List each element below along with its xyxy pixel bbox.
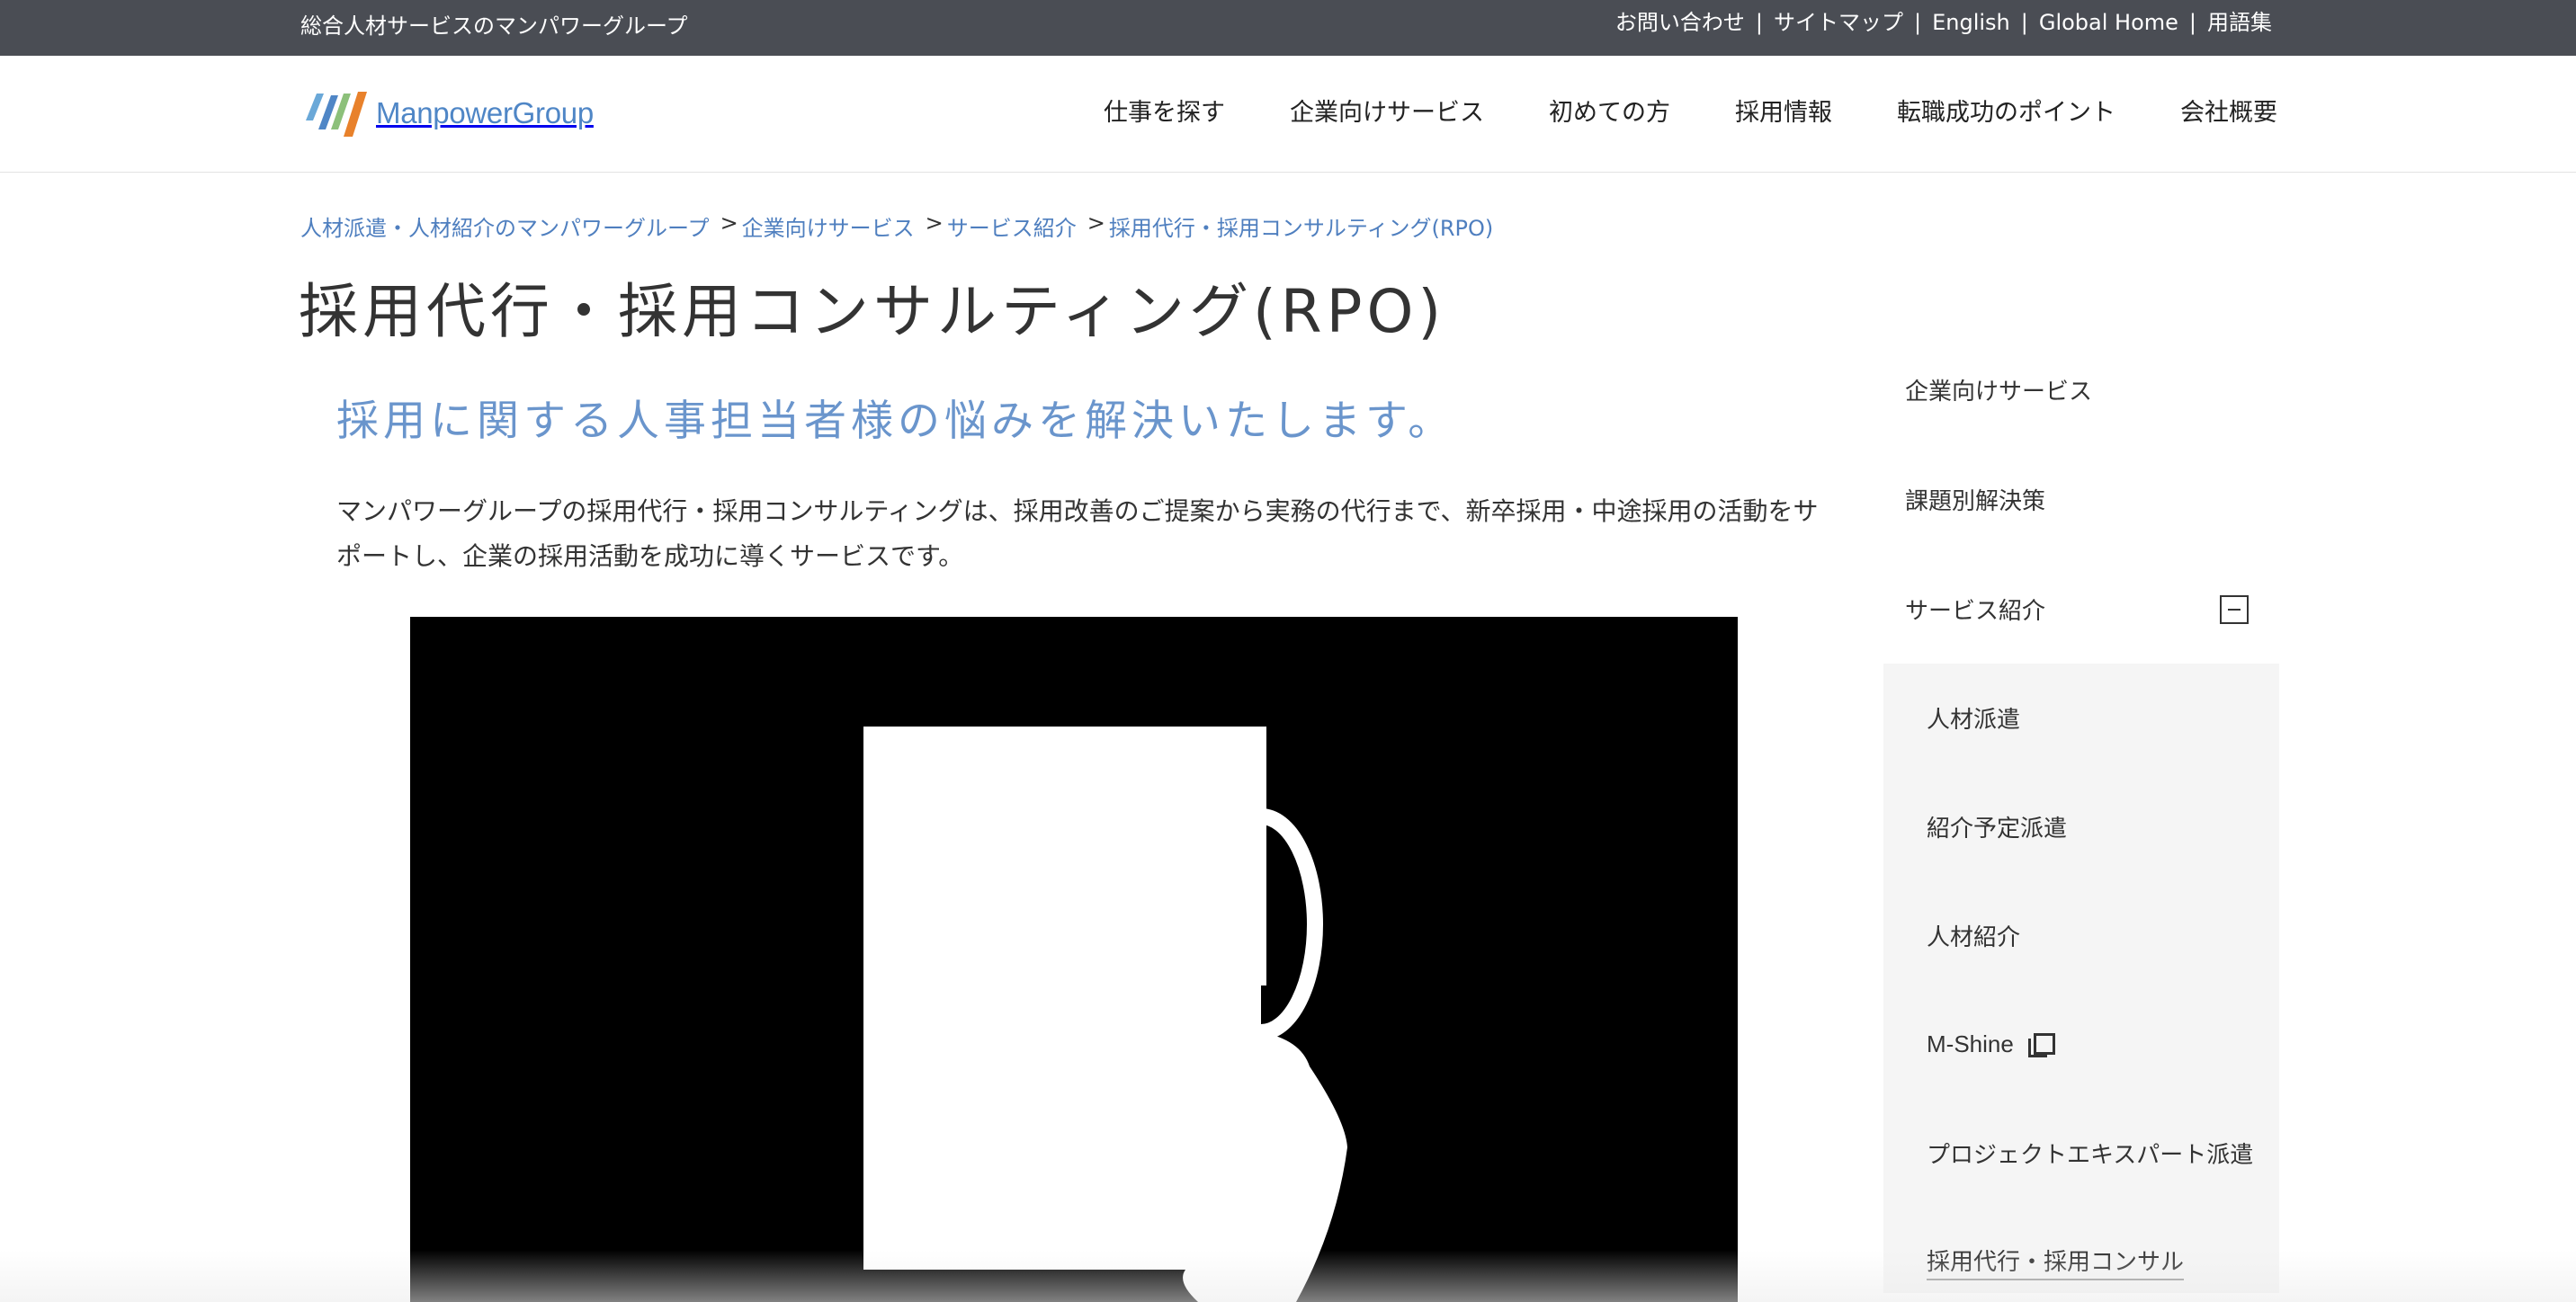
breadcrumb-current[interactable]: 採用代行・採用コンサルティング(RPO) (1109, 210, 1493, 242)
top-utility-bar: 総合人材サービスのマンパワーグループ お問い合わせ | サイトマップ | Eng… (0, 0, 2576, 56)
subnav-item-label: プロジェクトエキスパート派遣 (1927, 1142, 2254, 1169)
breadcrumb-separator: > (720, 210, 738, 236)
intro-paragraph: マンパワーグループの採用代行・採用コンサルティングは、採用改善のご提案から実務の… (336, 496, 1819, 571)
video-player[interactable] (410, 617, 1738, 1302)
page-title: 採用代行・採用コンサルティング(RPO) (299, 277, 1446, 346)
sidebar-subnav: 人材派遣 紹介予定派遣 人材紹介 M-Shine プロジェクトエキスパート派遣 … (1883, 664, 2279, 1293)
subnav-item-label: 人材紹介 (1927, 924, 2021, 951)
nav-company[interactable]: 会社概要 (2180, 95, 2277, 131)
breadcrumb: 人材派遣・人材紹介のマンパワーグループ > 企業向けサービス > サービス紹介 … (300, 210, 1493, 242)
english-link[interactable]: English (1932, 9, 2010, 36)
site-header: ManpowerGroup 仕事を探す 企業向けサービス 初めての方 採用情報 … (0, 56, 2576, 173)
logo-link[interactable]: ManpowerGroup (300, 85, 594, 142)
sidebar-item-solutions[interactable]: 課題別解決策 (1883, 444, 2279, 554)
external-window-icon (2026, 1031, 2055, 1058)
separator: | (1755, 10, 1763, 35)
breadcrumb-home[interactable]: 人材派遣・人材紹介のマンパワーグループ (300, 210, 710, 242)
glossary-link[interactable]: 用語集 (2207, 9, 2272, 36)
subnav-item-label: 紹介予定派遣 (1927, 816, 2068, 843)
sidebar-item-label: 企業向けサービス (1905, 378, 2093, 406)
sidebar-item-service-intro[interactable]: サービス紹介 (1883, 554, 2279, 664)
mug-shape (863, 727, 1266, 985)
subnav-item-label: M-Shine (1927, 1030, 2014, 1057)
separator: | (1913, 10, 1922, 35)
subnav-item-label: 採用代行・採用コンサル (1927, 1244, 2185, 1280)
subnav-item-staffing[interactable]: 人材派遣 (1883, 664, 2279, 772)
sitemap-link[interactable]: サイトマップ (1774, 9, 1903, 36)
logo-text: ManpowerGroup (376, 96, 594, 129)
sidebar-item-label: 課題別解決策 (1905, 487, 2046, 515)
sidebar-nav: 企業向けサービス 課題別解決策 サービス紹介 人材派遣 紹介予定派遣 人材紹介 … (1883, 334, 2279, 1293)
global-home-link[interactable]: Global Home (2039, 9, 2178, 36)
breadcrumb-service-intro[interactable]: サービス紹介 (947, 210, 1077, 242)
nav-business-services[interactable]: 企業向けサービス (1290, 95, 1484, 131)
site-tagline: 総合人材サービスのマンパワーグループ (300, 13, 688, 39)
video-frame-graphic (863, 727, 1347, 1302)
sidebar-item-business-services[interactable]: 企業向けサービス (1883, 334, 2279, 444)
subnav-item-placement[interactable]: 人材紹介 (1883, 881, 2279, 990)
nav-career-tips[interactable]: 転職成功のポイント (1897, 95, 2115, 131)
breadcrumb-business-services[interactable]: 企業向けサービス (742, 210, 915, 242)
subnav-item-rpo[interactable]: 採用代行・採用コンサル (1883, 1208, 2279, 1302)
separator: | (2188, 10, 2196, 35)
manpowergroup-logo-icon (306, 92, 367, 137)
mug-handle-shape (1260, 808, 1323, 1040)
subnav-item-label: 人材派遣 (1927, 707, 2021, 734)
subnav-item-m-shine[interactable]: M-Shine (1883, 990, 2279, 1099)
nav-find-jobs[interactable]: 仕事を探す (1104, 95, 1225, 131)
subnav-item-project-expert[interactable]: プロジェクトエキスパート派遣 (1883, 1099, 2279, 1208)
breadcrumb-separator: > (925, 210, 944, 236)
utility-links: お問い合わせ | サイトマップ | English | Global Home … (1615, 9, 2272, 36)
lead-heading: 採用に関する人事担当者様の悩みを解決いたします。 (336, 397, 1455, 446)
main-nav: 仕事を探す 企業向けサービス 初めての方 採用情報 転職成功のポイント 会社概要 (1039, 95, 2277, 131)
breadcrumb-separator: > (1087, 210, 1105, 236)
nav-recruitment[interactable]: 採用情報 (1735, 95, 1832, 131)
contact-link[interactable]: お問い合わせ (1615, 9, 1745, 36)
minus-box-icon[interactable] (2220, 595, 2249, 624)
nav-first-time[interactable]: 初めての方 (1549, 95, 1670, 131)
separator: | (2020, 10, 2028, 35)
sidebar-item-label: サービス紹介 (1905, 597, 2046, 625)
subnav-item-temp-to-perm[interactable]: 紹介予定派遣 (1883, 772, 2279, 881)
